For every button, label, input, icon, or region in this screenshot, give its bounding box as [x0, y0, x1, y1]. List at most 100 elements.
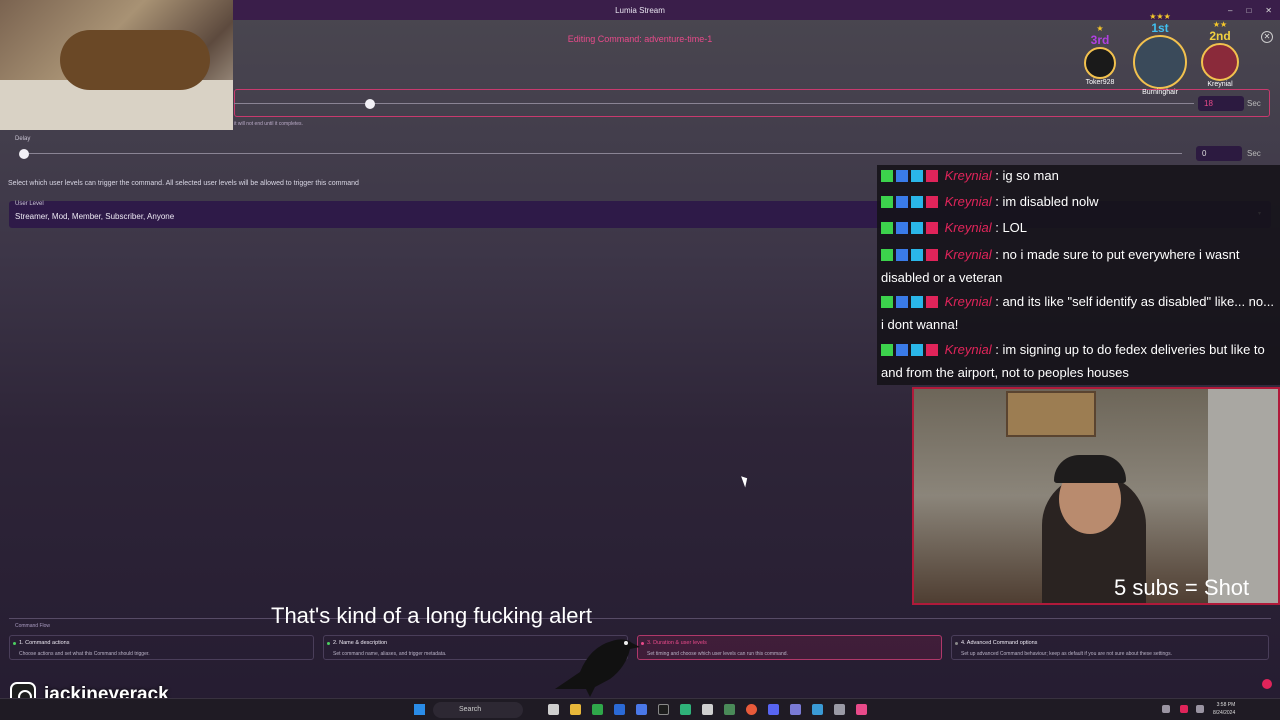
spotify-icon[interactable]	[592, 704, 603, 715]
rank-label: 3rd	[1090, 33, 1110, 47]
leader-name: Burninghair	[1142, 89, 1178, 96]
chat-text: ig so man	[1002, 168, 1059, 183]
wifi-icon[interactable]	[1196, 705, 1204, 713]
chat-message: Kreynial : and its like "self identify a…	[881, 291, 1277, 336]
step-status-dot	[13, 642, 16, 645]
wall-painting	[1006, 391, 1096, 437]
delay-unit-label: Sec	[1247, 149, 1261, 158]
task-view-icon[interactable]	[548, 704, 559, 715]
avatar	[1133, 35, 1187, 89]
chat-badges	[881, 292, 941, 314]
delay-slider-track[interactable]	[20, 153, 1182, 154]
obs-icon[interactable]	[658, 704, 669, 715]
step-desc: Set command name, aliases, and trigger m…	[333, 651, 447, 657]
delay-slider-handle[interactable]	[19, 149, 29, 159]
step-desc: Set up advanced Command behaviour; keep …	[961, 651, 1172, 657]
close-editor-button[interactable]: ✕	[1261, 31, 1273, 43]
tray-icon[interactable]	[1162, 705, 1170, 713]
record-icon[interactable]	[1262, 679, 1272, 689]
chat-badges	[881, 340, 941, 362]
taskbar-search[interactable]: Search	[433, 702, 523, 718]
step-desc: Set timing and choose which user levels …	[647, 651, 788, 657]
step-title: 4. Advanced Command options	[961, 640, 1038, 646]
flow-step-advanced[interactable]: 4. Advanced Command options Set up advan…	[951, 635, 1269, 660]
leaderboard-first: ★★★ 1st Burninghair	[1130, 12, 1190, 96]
step-title: 1. Command actions	[19, 640, 70, 646]
avatar	[1201, 43, 1239, 81]
clock-time: 3:58 PM	[1216, 702, 1236, 708]
streamer-cap	[1054, 455, 1126, 483]
chat-message: Kreynial : im disabled nolw	[881, 191, 1277, 214]
user-levels-help-text: Select which user levels can trigger the…	[8, 180, 359, 187]
app-icon[interactable]	[680, 704, 691, 715]
window-close-button[interactable]: ✕	[1265, 6, 1272, 15]
duration-helper-text: it will not end until it completes.	[234, 121, 303, 127]
chrome-icon[interactable]	[746, 704, 757, 715]
chat-username: Kreynial	[944, 247, 992, 262]
command-flow: Command Flow 1. Command actions Choose a…	[9, 618, 1271, 664]
chat-badges	[881, 245, 941, 267]
leader-name: Kreynial	[1207, 81, 1233, 88]
flow-step-duration[interactable]: 3. Duration & user levels Set timing and…	[637, 635, 942, 660]
chat-username: Kreynial	[944, 194, 992, 209]
delay-seconds-input[interactable]: 0	[1196, 146, 1242, 161]
app-icon[interactable]	[812, 704, 823, 715]
duration-unit-label: Sec	[1247, 99, 1261, 108]
step-title: 2. Name & description	[333, 640, 388, 646]
chat-overlay: Kreynial : ig so man Kreynial : im disab…	[877, 165, 1280, 385]
flow-step-actions[interactable]: 1. Command actions Choose actions and se…	[9, 635, 314, 660]
clock-date: 8/24/2024	[1213, 710, 1236, 716]
app-icon[interactable]	[724, 704, 735, 715]
mouse-cursor-icon	[741, 474, 750, 488]
command-flow-title: Command Flow	[15, 623, 51, 629]
chat-badges	[881, 192, 941, 214]
minimize-button[interactable]: –	[1228, 6, 1232, 15]
chat-message: Kreynial : im signing up to do fedex del…	[881, 339, 1277, 384]
window-controls: – □ ✕	[1228, 0, 1272, 20]
leaderboard-second: ★★ 2nd Kreynial	[1198, 20, 1242, 88]
steam-icon[interactable]	[614, 704, 625, 715]
step-title: 3. Duration & user levels	[647, 640, 707, 646]
settings-icon[interactable]	[834, 704, 845, 715]
duration-slider-track[interactable]	[234, 103, 1194, 104]
rank-label: 1st	[1151, 21, 1169, 35]
window-light	[1208, 389, 1278, 603]
app-icon[interactable]	[790, 704, 801, 715]
duration-seconds-input[interactable]: 18	[1198, 96, 1244, 111]
app-icon[interactable]	[636, 704, 647, 715]
discord-icon[interactable]	[768, 704, 779, 715]
leader-name: Toker928	[1085, 79, 1115, 86]
tray-icon[interactable]	[1180, 705, 1188, 713]
user-level-label: User Level	[15, 201, 44, 207]
chat-text: im disabled nolw	[1002, 194, 1099, 209]
star-icon: ★	[1096, 24, 1104, 33]
app-icon[interactable]	[702, 704, 713, 715]
step-desc: Choose actions and set what this Command…	[19, 651, 150, 657]
chat-message: Kreynial : ig so man	[881, 165, 1277, 188]
stream-caption: That's kind of a long fucking alert	[271, 603, 592, 628]
avatar	[1084, 47, 1116, 79]
taskbar-clock[interactable]: 3:58 PM 8/24/2024	[1213, 701, 1235, 717]
duration-slider-handle[interactable]	[365, 99, 375, 109]
user-level-value: Streamer, Mod, Member, Subscriber, Anyon…	[15, 212, 175, 221]
delay-label: Delay	[15, 136, 31, 142]
step-status-dot	[955, 642, 958, 645]
windows-start-icon[interactable]	[414, 704, 425, 715]
chat-badges	[881, 166, 941, 188]
star-icon: ★★	[1212, 20, 1228, 29]
window-title: Lumia Stream	[615, 5, 665, 15]
file-explorer-icon[interactable]	[570, 704, 581, 715]
chat-message: Kreynial : no i made sure to put everywh…	[881, 244, 1277, 289]
star-icon: ★★★	[1149, 12, 1171, 21]
leaderboard-third: ★ 3rd Toker928	[1078, 24, 1122, 86]
chat-username: Kreynial	[944, 294, 992, 309]
rank-label: 2nd	[1209, 29, 1231, 43]
chat-username: Kreynial	[944, 168, 992, 183]
maximize-button[interactable]: □	[1246, 6, 1251, 15]
taskbar: Search 3:58 PM 8/24/2024	[0, 698, 1280, 720]
step-status-dot	[327, 642, 330, 645]
chat-username: Kreynial	[944, 220, 992, 235]
chat-message: Kreynial : LOL	[881, 217, 1277, 240]
dog	[60, 30, 210, 90]
lumia-stream-icon[interactable]	[856, 704, 867, 715]
